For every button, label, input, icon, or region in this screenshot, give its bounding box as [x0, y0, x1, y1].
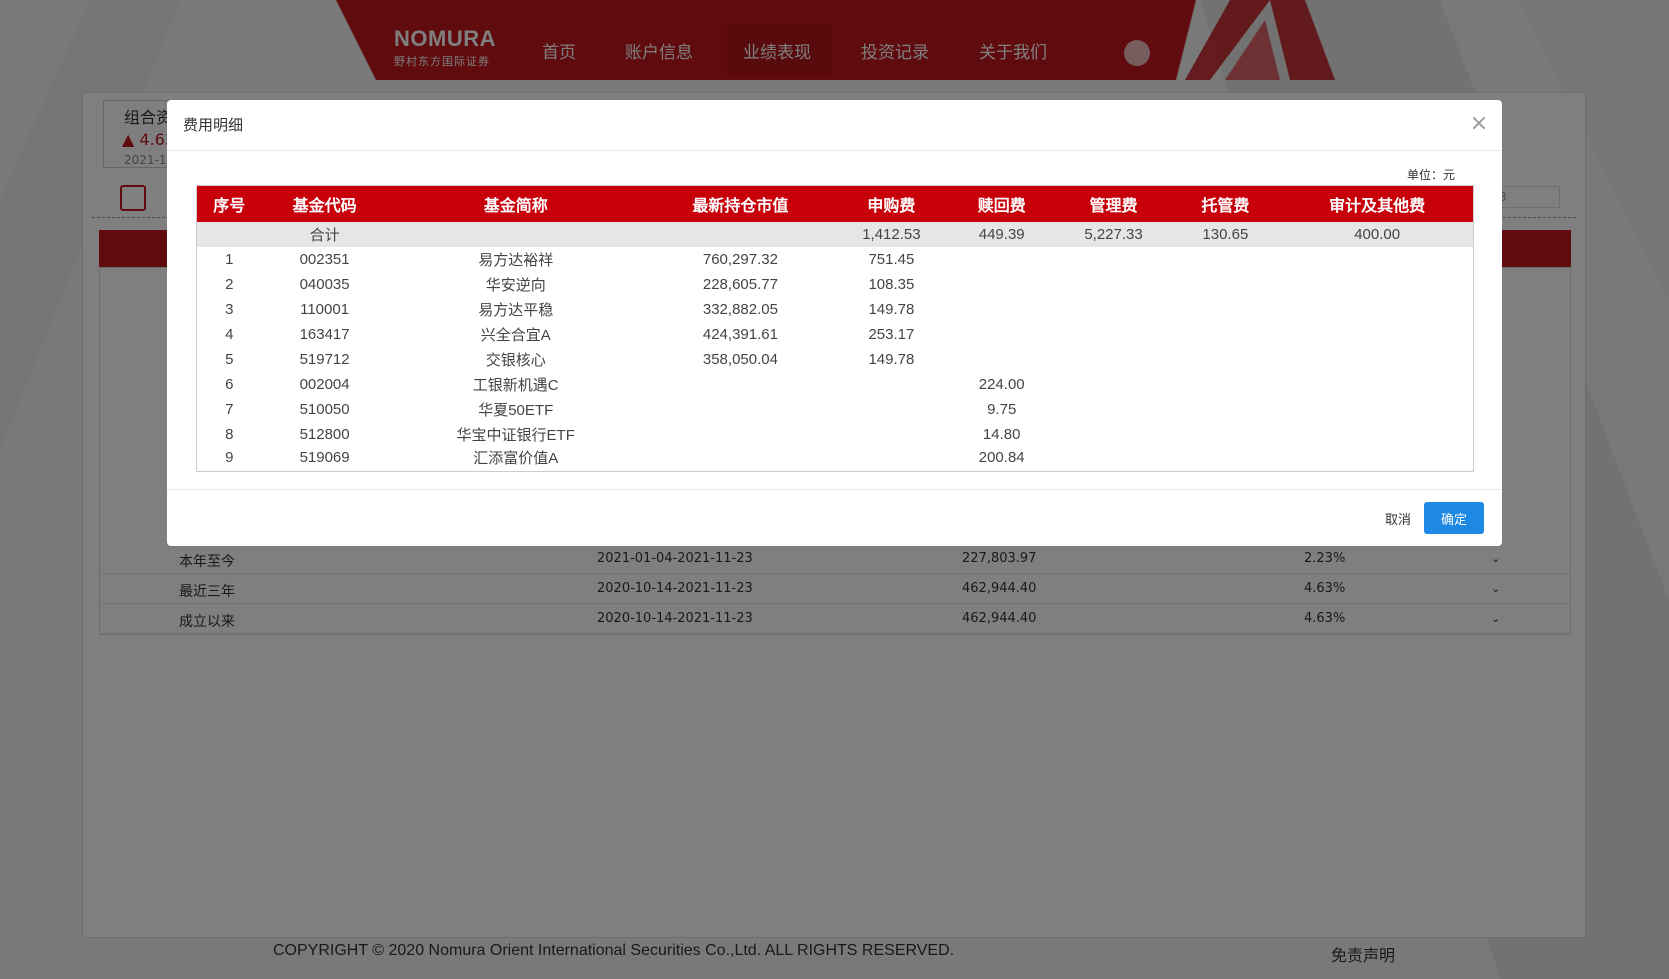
row-value: 358,050.04	[702, 350, 778, 368]
row-value: 332,882.05	[702, 300, 778, 318]
row-code: 163417	[299, 325, 350, 343]
row-name: 交银核心	[485, 351, 546, 369]
row-purchase: 149.78	[868, 300, 915, 318]
table-row: 9 519069 汇添富价值A 200.84	[197, 447, 1474, 472]
row-name: 华安逆向	[485, 276, 546, 294]
row-code: 519712	[299, 350, 350, 368]
row-purchase: 149.78	[868, 350, 915, 368]
row-no: 9	[225, 449, 234, 467]
row-redeem: 200.84	[978, 449, 1025, 467]
modal-footer: 取消 确定	[167, 489, 1502, 546]
unit-label: 单位：元	[1407, 168, 1456, 182]
row-redeem	[946, 297, 1058, 322]
row-name: 工银新机遇C	[472, 376, 559, 394]
total-management: 5,227.33	[1084, 225, 1143, 243]
row-no: 3	[225, 300, 234, 318]
row-value	[644, 397, 837, 422]
row-redeem: 9.75	[987, 400, 1017, 418]
col-header-custody-fee: 托管费	[1201, 195, 1250, 215]
row-redeem	[946, 347, 1058, 372]
table-row: 4 163417 兴全合宜A 424,391.61 253.17	[197, 322, 1474, 347]
row-no: 5	[225, 350, 234, 368]
total-label: 合计	[309, 226, 340, 244]
row-name: 易方达裕祥	[478, 251, 554, 269]
col-header-no: 序号	[213, 195, 246, 215]
row-code: 510050	[299, 400, 350, 418]
row-name: 华宝中证银行ETF	[456, 426, 575, 444]
row-code: 512800	[299, 425, 350, 443]
row-purchase	[837, 447, 946, 472]
row-redeem: 224.00	[978, 375, 1025, 393]
total-other: 400.00	[1354, 225, 1401, 243]
col-header-market-value: 最新持仓市值	[692, 195, 789, 215]
total-purchase: 1,412.53	[862, 225, 921, 243]
row-code: 519069	[299, 449, 350, 467]
row-value	[644, 447, 837, 472]
modal-title: 费用明细	[183, 116, 244, 134]
row-value: 228,605.77	[702, 275, 778, 293]
table-row: 7 510050 华夏50ETF 9.75	[197, 397, 1474, 422]
row-name: 兴全合宜A	[480, 326, 551, 344]
table-row: 2 040035 华安逆向 228,605.77 108.35	[197, 272, 1474, 297]
fee-table: 序号 基金代码 基金简称 最新持仓市值 申购费 赎回费 管理费 托管费 审计及其…	[196, 185, 1474, 472]
confirm-button[interactable]: 确定	[1424, 502, 1484, 534]
row-no: 6	[225, 375, 234, 393]
row-redeem	[946, 247, 1058, 272]
table-row: 1 002351 易方达裕祥 760,297.32 751.45	[197, 247, 1474, 272]
fee-detail-modal: 费用明细 × 单位：元 序号 基金代码 基金简称 最新持仓市值 申购费 赎回费 …	[167, 100, 1502, 546]
row-purchase	[837, 422, 946, 447]
row-purchase	[837, 397, 946, 422]
row-no: 1	[225, 250, 234, 268]
row-no: 4	[225, 325, 234, 343]
col-header-redeem-fee: 赎回费	[977, 195, 1026, 215]
row-purchase: 751.45	[868, 250, 915, 268]
col-header-name: 基金简称	[483, 195, 548, 215]
total-row: 合计 1,412.53 449.39 5,227.33 130.65 400.0…	[196, 221, 1474, 247]
row-purchase: 253.17	[868, 325, 915, 343]
table-row: 6 002004 工银新机遇C 224.00	[197, 372, 1474, 397]
row-redeem	[946, 322, 1058, 347]
col-header-code: 基金代码	[292, 195, 357, 215]
row-code: 002004	[299, 375, 350, 393]
row-name: 华夏50ETF	[478, 401, 554, 419]
table-row: 5 519712 交银核心 358,050.04 149.78	[197, 347, 1474, 372]
row-value: 760,297.32	[702, 250, 778, 268]
close-icon[interactable]: ×	[1467, 112, 1491, 136]
row-purchase: 108.35	[868, 275, 915, 293]
fee-table-header: 序号 基金代码 基金简称 最新持仓市值 申购费 赎回费 管理费 托管费 审计及其…	[196, 185, 1474, 222]
table-row: 3 110001 易方达平稳 332,882.05 149.78	[197, 297, 1474, 322]
col-header-other-fee: 审计及其他费	[1329, 195, 1426, 215]
col-header-purchase-fee: 申购费	[867, 195, 916, 215]
row-redeem: 14.80	[982, 425, 1021, 443]
table-row: 8 512800 华宝中证银行ETF 14.80	[197, 422, 1474, 447]
row-name: 易方达平稳	[478, 301, 554, 319]
row-no: 8	[225, 425, 234, 443]
row-purchase	[837, 372, 946, 397]
row-no: 7	[225, 400, 234, 418]
total-redeem: 449.39	[978, 225, 1025, 243]
row-code: 040035	[299, 275, 350, 293]
col-header-management-fee: 管理费	[1089, 195, 1138, 215]
row-value	[644, 422, 837, 447]
cancel-button[interactable]: 取消	[1367, 502, 1429, 534]
modal-header: 费用明细 ×	[167, 100, 1502, 151]
row-value	[644, 372, 837, 397]
row-redeem	[946, 272, 1058, 297]
row-code: 110001	[300, 300, 350, 318]
row-name: 汇添富价值A	[473, 450, 559, 468]
total-custody: 130.65	[1202, 225, 1249, 243]
row-value: 424,391.61	[702, 325, 778, 343]
row-code: 002351	[299, 250, 350, 268]
row-no: 2	[225, 275, 234, 293]
